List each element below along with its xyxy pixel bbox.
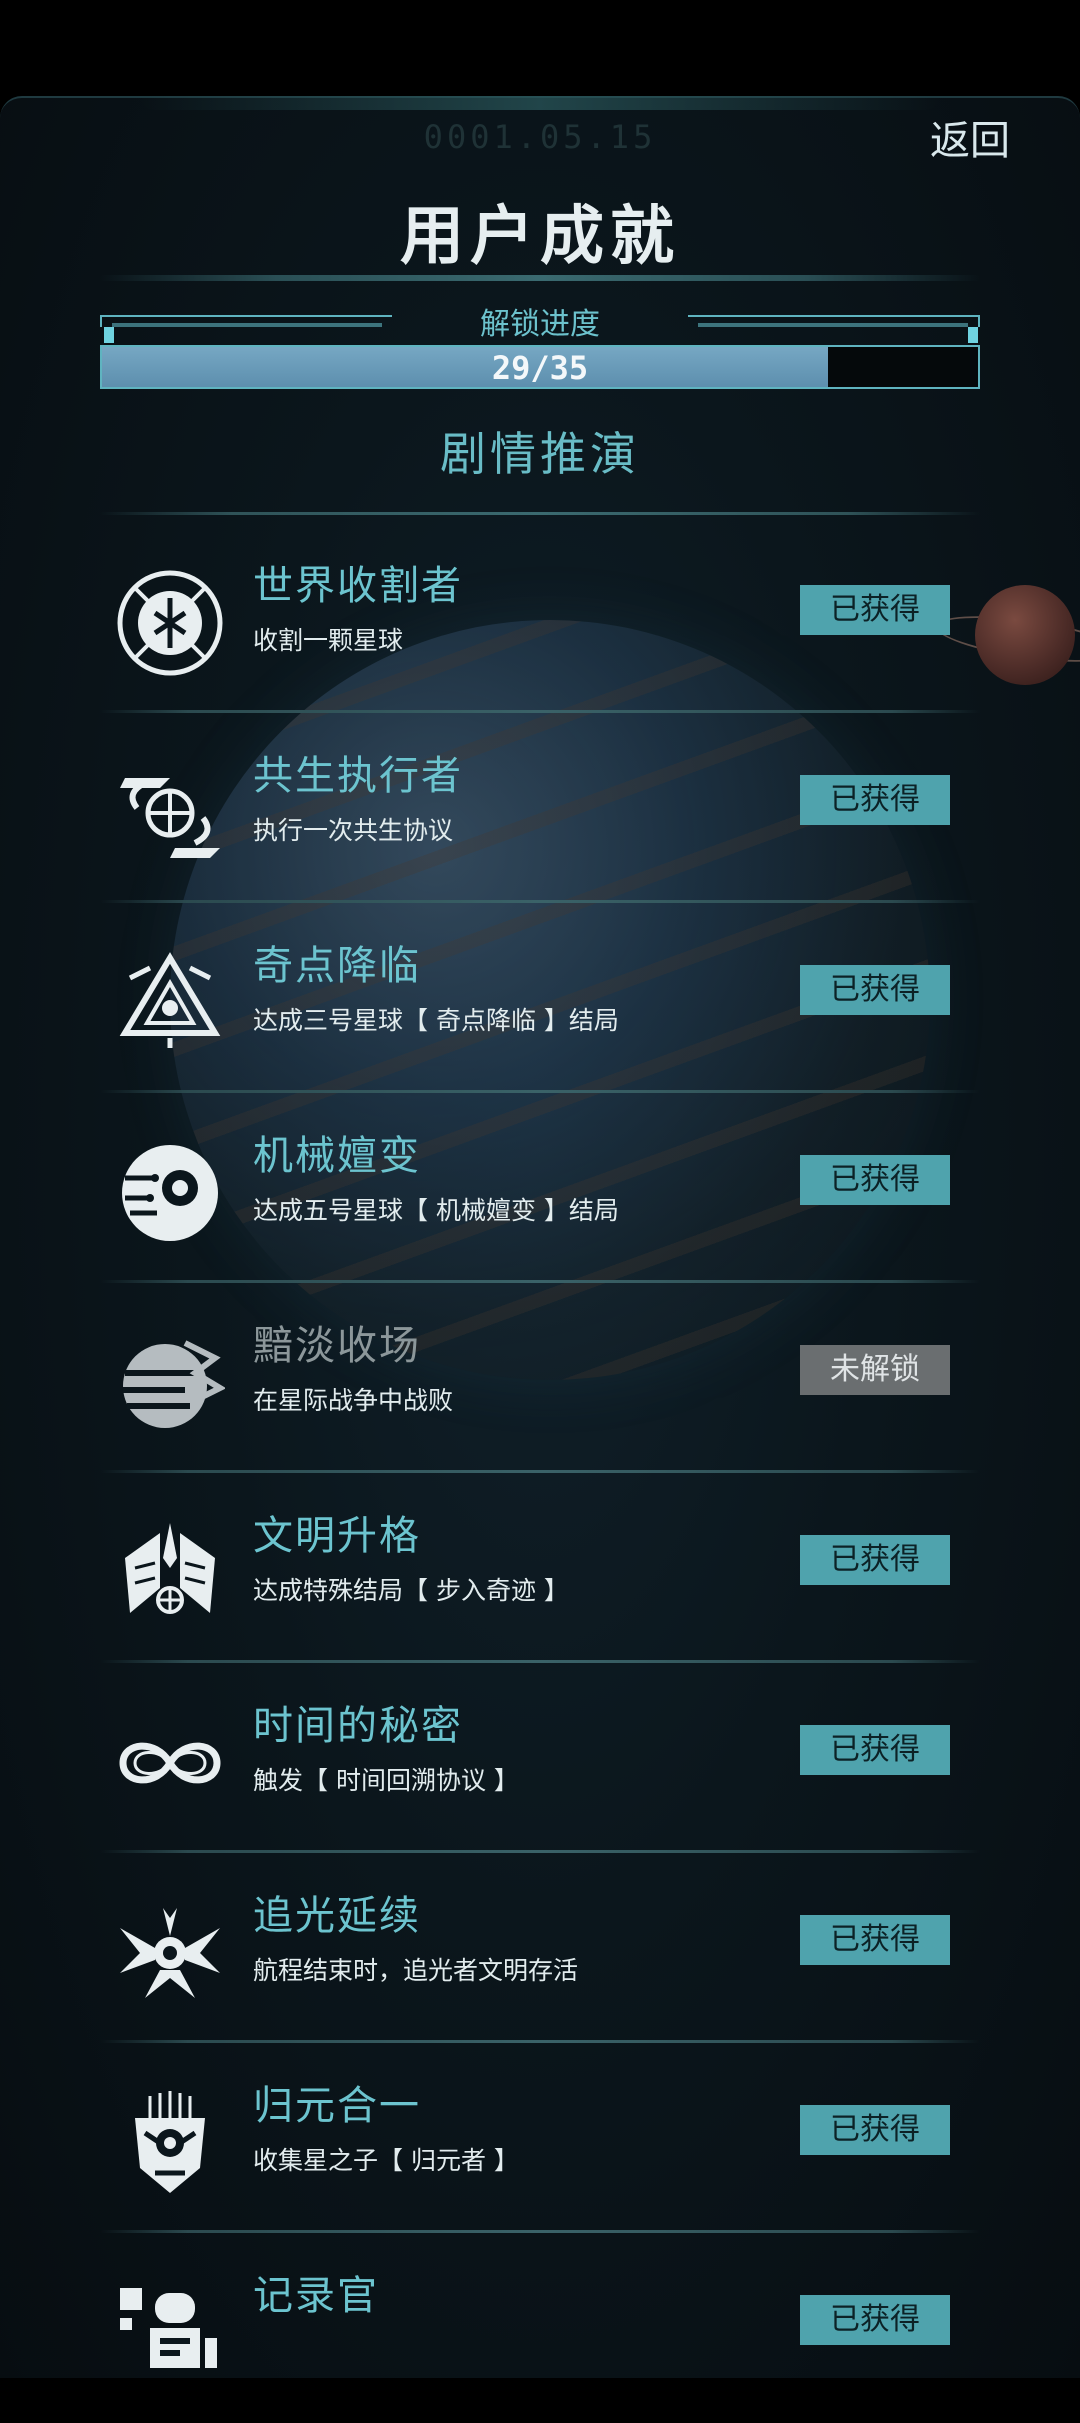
achievement-name: 追光延续 [253, 1893, 421, 1939]
achievement-item: 时间的秘密触发【 时间回溯协议 】 已获得 [100, 1663, 980, 1853]
progress-bar: 29/35 [100, 345, 980, 389]
achievement-description: 达成三号星球【 奇点降临 】结局 [253, 1006, 619, 1035]
status-badge[interactable]: 已获得 [800, 1725, 950, 1775]
achievement-item: 黯淡收场在星际战争中战败 未解锁 [100, 1283, 980, 1473]
mechanical-eye-icon [115, 1138, 225, 1248]
status-badge[interactable]: 已获得 [800, 1535, 950, 1585]
achievement-name: 共生执行者 [253, 753, 463, 799]
status-badge[interactable]: 已获得 [800, 1155, 950, 1205]
achievement-name: 奇点降临 [253, 943, 421, 989]
winged-emblem-icon [115, 1518, 225, 1628]
progress-cap-left [104, 327, 114, 343]
status-badge[interactable]: 已获得 [800, 2295, 950, 2345]
achievement-item: 记录官 已获得 [100, 2233, 980, 2423]
achievement-name: 黯淡收场 [253, 1323, 421, 1369]
page-title: 用户成就 [400, 200, 680, 274]
achievement-description: 执行一次共生协议 [253, 816, 454, 845]
achievement-description: 达成五号星球【 机械嬗变 】结局 [253, 1196, 619, 1225]
status-bar [0, 0, 1080, 96]
section-divider [100, 512, 980, 515]
section-title: 剧情推演 [440, 427, 640, 481]
achievement-item: 文明升格达成特殊结局【 步入奇迹 】 已获得 [100, 1473, 980, 1663]
achievement-description: 航程结束时，追光者文明存活 [253, 1956, 579, 1985]
status-badge[interactable]: 已获得 [800, 2105, 950, 2155]
achievement-description: 在星际战争中战败 [253, 1386, 454, 1415]
achievement-item: 世界收割者收割一颗星球 已获得 [100, 523, 980, 713]
progress-count: 29/35 [491, 349, 589, 387]
achievement-name: 记录官 [253, 2273, 379, 2319]
achievement-item: 奇点降临达成三号星球【 奇点降临 】结局 已获得 [100, 903, 980, 1093]
panel-top-glow [140, 96, 940, 110]
symbiosis-globe-hands-icon [115, 758, 225, 868]
achievement-name: 文明升格 [253, 1513, 421, 1559]
achievement-description: 触发【 时间回溯协议 】 [253, 1766, 519, 1795]
achievement-item: 归元合一收集星之子【 归元者 】 已获得 [100, 2043, 980, 2233]
achievement-description: 达成特殊结局【 步入奇迹 】 [253, 1576, 569, 1605]
broken-planet-icon [115, 1328, 227, 1438]
achievement-item: 共生执行者执行一次共生协议 已获得 [100, 713, 980, 903]
world-reaper-icon [115, 568, 225, 678]
back-button[interactable]: 返回 [930, 108, 1010, 166]
status-badge[interactable]: 已获得 [800, 965, 950, 1015]
status-badge[interactable]: 已获得 [800, 775, 950, 825]
unlock-progress: 解锁进度 29/35 [100, 307, 980, 389]
progress-label: 解锁进度 [480, 307, 600, 342]
achievement-description: 收割一颗星球 [253, 626, 404, 655]
status-badge[interactable]: 已获得 [800, 585, 950, 635]
title-divider [100, 275, 980, 281]
singularity-triangle-icon [115, 948, 225, 1058]
light-chaser-wings-icon [115, 1898, 225, 2008]
robot-mask-icon [115, 2088, 225, 2198]
date-display: 0001.05.15 [423, 118, 657, 156]
achievement-item: 机械嬗变达成五号星球【 机械嬗变 】结局 已获得 [100, 1093, 980, 1283]
achievement-name: 归元合一 [253, 2083, 421, 2129]
achievement-name: 时间的秘密 [253, 1703, 463, 1749]
achievement-name: 世界收割者 [253, 563, 463, 609]
achievement-description: 收集星之子【 归元者 】 [253, 2146, 519, 2175]
status-badge[interactable]: 未解锁 [800, 1345, 950, 1395]
infinity-icon [115, 1708, 225, 1818]
achievement-item: 追光延续航程结束时，追光者文明存活 已获得 [100, 1853, 980, 2043]
recorder-icon [115, 2278, 225, 2388]
achievement-name: 机械嬗变 [253, 1133, 421, 1179]
status-badge[interactable]: 已获得 [800, 1915, 950, 1965]
small-planet [975, 585, 1075, 685]
progress-cap-right [968, 327, 978, 343]
